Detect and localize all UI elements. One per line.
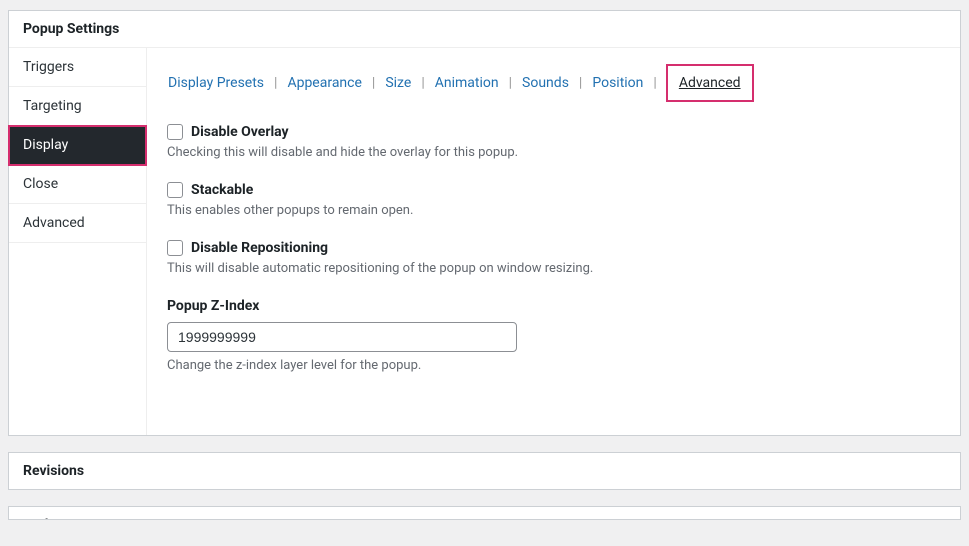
settings-body: Triggers Targeting Display Close Advance… <box>9 48 960 435</box>
author-header: Author <box>9 507 960 520</box>
htab-appearance[interactable]: Appearance <box>286 73 362 93</box>
setting-disable-overlay: Disable Overlay Checking this will disab… <box>167 124 940 160</box>
revisions-panel: Revisions <box>8 452 961 490</box>
htab-animation[interactable]: Animation <box>434 73 500 93</box>
stackable-checkbox[interactable] <box>167 182 183 198</box>
vtab-triggers[interactable]: Triggers <box>9 48 146 87</box>
htab-sounds[interactable]: Sounds <box>521 73 570 93</box>
htab-advanced-highlight: Advanced <box>666 64 754 102</box>
revisions-header: Revisions <box>9 453 960 489</box>
vtab-advanced[interactable]: Advanced <box>9 204 146 243</box>
htab-size[interactable]: Size <box>384 73 412 93</box>
htab-position[interactable]: Position <box>591 73 644 93</box>
horizontal-tabs: Display Presets|Appearance|Size|Animatio… <box>167 64 940 102</box>
setting-disable-repositioning: Disable Repositioning This will disable … <box>167 240 940 276</box>
disable-repositioning-label: Disable Repositioning <box>191 240 328 256</box>
settings-content: Display Presets|Appearance|Size|Animatio… <box>147 48 960 435</box>
disable-overlay-label: Disable Overlay <box>191 124 289 140</box>
vtab-targeting[interactable]: Targeting <box>9 87 146 126</box>
disable-overlay-desc: Checking this will disable and hide the … <box>167 145 940 160</box>
disable-repositioning-desc: This will disable automatic repositionin… <box>167 261 940 276</box>
popup-settings-panel: Popup Settings Triggers Targeting Displa… <box>8 10 961 436</box>
popup-settings-header: Popup Settings <box>9 11 960 48</box>
setting-stackable: Stackable This enables other popups to r… <box>167 182 940 218</box>
zindex-input[interactable] <box>167 322 517 352</box>
htab-advanced[interactable]: Advanced <box>678 73 742 93</box>
zindex-desc: Change the z-index layer level for the p… <box>167 358 940 373</box>
vtab-display[interactable]: Display <box>9 126 146 165</box>
disable-repositioning-checkbox[interactable] <box>167 240 183 256</box>
disable-overlay-checkbox[interactable] <box>167 124 183 140</box>
vtab-close[interactable]: Close <box>9 165 146 204</box>
stackable-desc: This enables other popups to remain open… <box>167 203 940 218</box>
vertical-tabs: Triggers Targeting Display Close Advance… <box>9 48 147 435</box>
stackable-label: Stackable <box>191 182 253 198</box>
setting-zindex: Popup Z-Index Change the z-index layer l… <box>167 298 940 373</box>
zindex-label: Popup Z-Index <box>167 298 940 314</box>
htab-display-presets[interactable]: Display Presets <box>167 73 265 93</box>
